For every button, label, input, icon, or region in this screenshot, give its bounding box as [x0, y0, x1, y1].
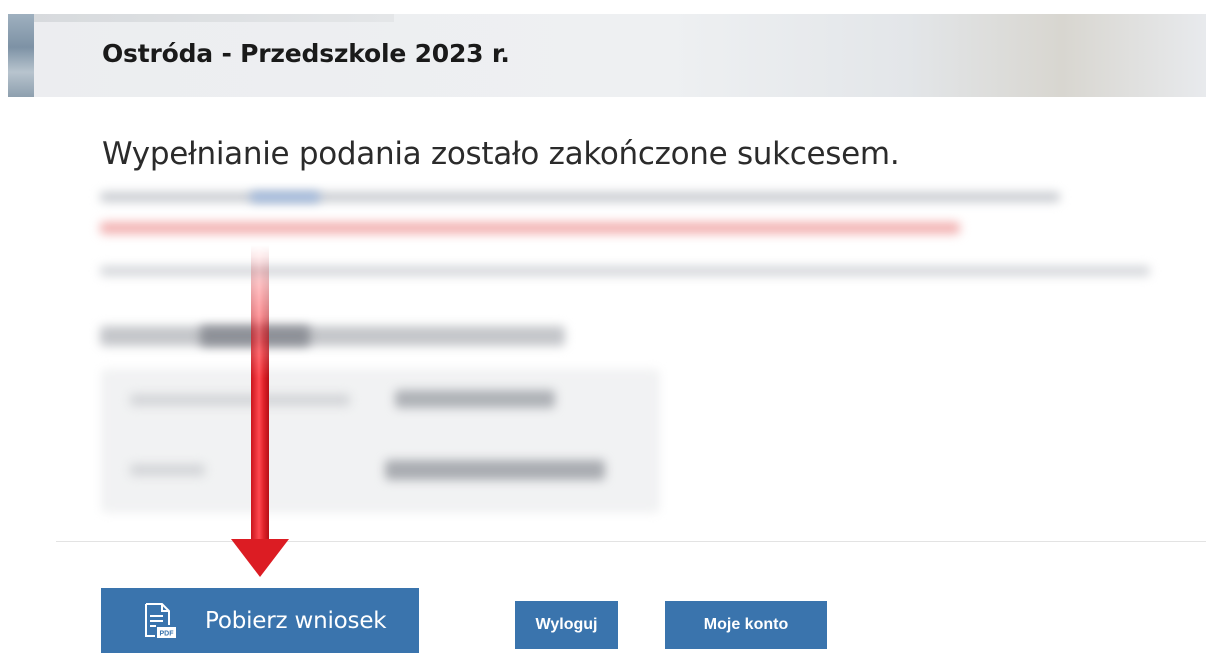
blurred-warning-line [100, 222, 960, 234]
blurred-section-heading [100, 326, 565, 346]
page-title: Ostróda - Przedszkole 2023 r. [102, 39, 510, 68]
pdf-document-icon: PDF [145, 602, 176, 638]
blurred-link-text [250, 192, 320, 202]
header-accent-strip [8, 14, 34, 97]
logout-button[interactable]: Wyloguj [515, 601, 618, 649]
red-arrow-down-icon [231, 539, 289, 577]
blurred-table [102, 370, 659, 512]
page-header: Ostróda - Przedszkole 2023 r. [8, 14, 1206, 97]
download-application-button[interactable]: PDF Pobierz wniosek [101, 588, 419, 653]
header-top-line [34, 14, 394, 22]
blurred-text-line [100, 192, 1060, 202]
download-button-label: Pobierz wniosek [205, 607, 387, 634]
svg-text:PDF: PDF [160, 630, 175, 637]
blurred-field-label [130, 394, 350, 406]
my-account-button[interactable]: Moje konto [665, 601, 827, 649]
blurred-field-label [130, 464, 205, 476]
blurred-field-value [385, 460, 605, 480]
success-message: Wypełnianie podania zostało zakończone s… [102, 136, 900, 172]
red-arrow-shaft [251, 245, 269, 541]
blurred-field-value [395, 390, 555, 408]
section-divider [56, 541, 1206, 542]
